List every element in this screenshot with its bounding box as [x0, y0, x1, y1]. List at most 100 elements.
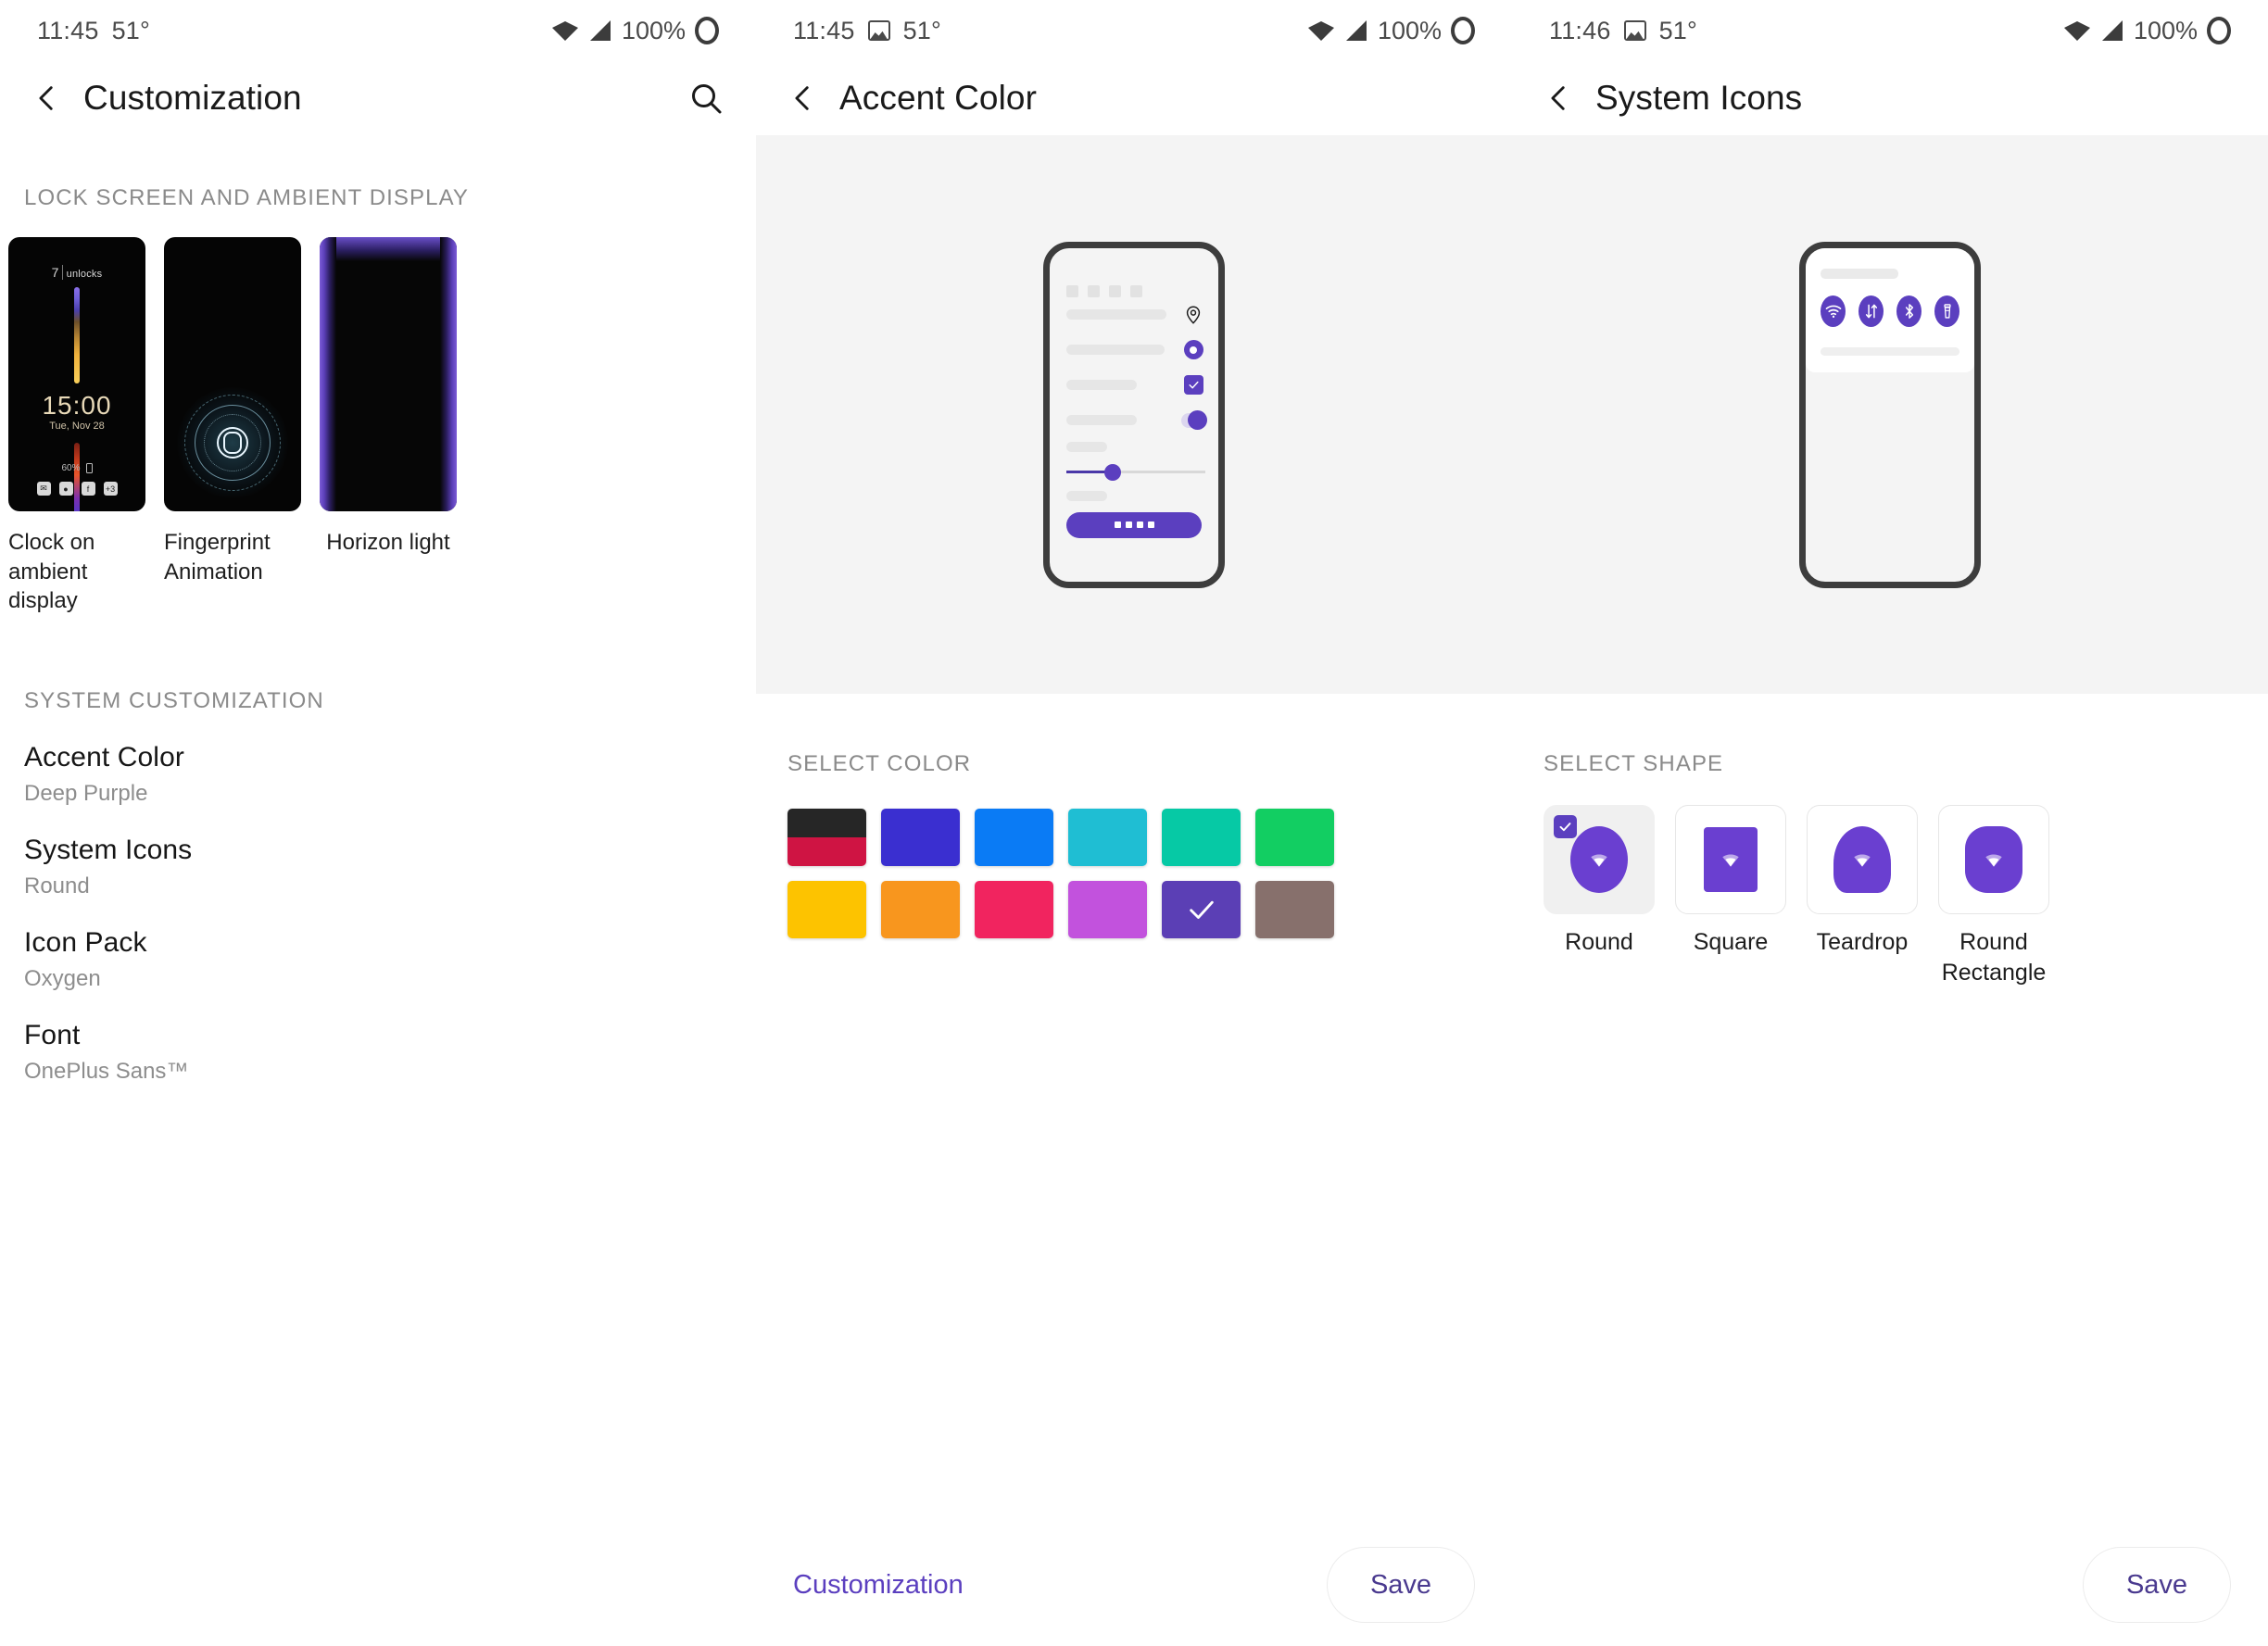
dot [1147, 521, 1154, 528]
status-time: 11:45 [37, 16, 99, 44]
setting-accent-color[interactable]: Accent Color Deep Purple [0, 714, 756, 807]
thumbnail-fingerprint-animation[interactable]: Fingerprint Animation [164, 237, 301, 616]
thumbnail-label: Fingerprint Animation [164, 530, 271, 584]
status-bar-panel-3: 11:46 51° 100% [1512, 0, 2268, 61]
save-button[interactable]: Save [2083, 1547, 2231, 1623]
placeholder-line [1066, 441, 1107, 452]
ambient-notification-row: ✉ ● f +3 [8, 482, 145, 496]
color-swatch-blue[interactable] [975, 809, 1053, 866]
setting-title: Font [24, 1020, 81, 1051]
bottom-bar-panel-2: Customization Save [756, 1524, 1512, 1646]
wifi-icon [2063, 21, 2090, 41]
placeholder-line [1821, 346, 1959, 356]
back-icon[interactable] [788, 82, 819, 114]
setting-system-icons[interactable]: System Icons Round [0, 807, 756, 899]
bell-icon: ● [58, 482, 73, 496]
preview-button-caption [1050, 484, 1218, 501]
quick-settings-sheet [1806, 247, 1974, 372]
selected-checkbox [1554, 815, 1577, 838]
preview-control [1181, 303, 1205, 327]
preview-row-toggle [1050, 403, 1218, 438]
horizon-glow-left [320, 237, 336, 511]
color-swatch-orange[interactable] [881, 881, 960, 938]
radio-button-selected[interactable] [1183, 340, 1203, 359]
shape-card[interactable] [1807, 805, 1918, 914]
toggle-switch-on[interactable] [1181, 410, 1207, 430]
shape-preview-square [1704, 827, 1758, 892]
setting-title: System Icons [24, 835, 193, 866]
unlocks-counter: 7 unlocks [8, 265, 145, 280]
wifi-icon[interactable] [1821, 295, 1846, 327]
up-down-arrows-icon [1865, 304, 1877, 318]
thumbnail-label: Horizon light [326, 530, 450, 555]
color-swatch-yellow[interactable] [788, 881, 866, 938]
system-icons-preview-stage [1512, 135, 2268, 694]
fingerprint-animation-art [177, 387, 288, 498]
color-swatch-deep-purple-selected[interactable] [1162, 881, 1241, 938]
page-title: Customization [83, 79, 302, 117]
select-color-section: SELECT COLOR [756, 694, 1512, 938]
color-swatch-cyan[interactable] [1068, 809, 1147, 866]
thumbnail-clock-on-ambient-display[interactable]: 7 unlocks 15:00 Tue, Nov 28 60% ✉ ● f +3… [8, 237, 145, 616]
color-swatch-green[interactable] [1255, 809, 1334, 866]
shape-option-square[interactable]: Square [1675, 805, 1786, 987]
wifi-glyph-icon [1825, 305, 1841, 318]
placeholder-line [1066, 380, 1137, 390]
shape-option-round-rectangle[interactable]: Round Rectangle [1938, 805, 2049, 987]
data-transfer-icon[interactable] [1858, 295, 1884, 327]
facebook-icon: f [81, 482, 95, 496]
setting-font[interactable]: Font OnePlus Sans™ [0, 992, 756, 1085]
shape-card[interactable] [1544, 805, 1655, 914]
preview-slider-caption [1050, 438, 1218, 452]
three-panel-screenshot: 11:45 51° 100% Customization LOCK SCREEN… [0, 0, 2268, 1646]
flashlight-icon[interactable] [1934, 295, 1959, 327]
screenshot-image-icon [1623, 20, 1646, 41]
checkbox-checked[interactable] [1183, 375, 1203, 395]
wifi-icon [1307, 21, 1334, 41]
shape-card[interactable] [1675, 805, 1786, 914]
quick-settings-icon-row [1821, 279, 1959, 327]
shape-option-teardrop[interactable]: Teardrop [1807, 805, 1918, 987]
dot [1088, 284, 1100, 297]
customization-link[interactable]: Customization [793, 1570, 964, 1601]
shape-preview-round-rectangle [1965, 826, 2022, 893]
status-left-group: 11:45 51° [37, 17, 150, 45]
shape-option-round[interactable]: Round [1544, 805, 1655, 987]
save-button[interactable]: Save [1327, 1547, 1475, 1623]
color-swatch-pink[interactable] [975, 881, 1053, 938]
setting-value: Round [24, 873, 90, 899]
unlocks-word: unlocks [66, 269, 103, 280]
color-swatch-indigo[interactable] [881, 809, 960, 866]
preview-control [1181, 408, 1207, 433]
color-swatch-magenta[interactable] [1068, 881, 1147, 938]
color-swatch-teal[interactable] [1162, 809, 1241, 866]
bluetooth-icon[interactable] [1896, 295, 1922, 327]
slider-thumb[interactable] [1104, 463, 1121, 481]
color-swatch-brown[interactable] [1255, 881, 1334, 938]
status-time: 11:45 [793, 16, 855, 44]
selected-indicator [1162, 881, 1241, 938]
status-temperature: 51° [111, 16, 150, 44]
preview-slider[interactable] [1050, 452, 1218, 484]
screenshot-image-icon [867, 20, 890, 41]
phone-mockup-system-icons [1799, 241, 1981, 588]
placeholder-line [1066, 345, 1165, 355]
back-icon[interactable] [1544, 82, 1575, 114]
shape-card[interactable] [1938, 805, 2049, 914]
dot [1109, 284, 1121, 297]
check-icon [1189, 900, 1214, 919]
ambient-battery-percent: 60% [61, 463, 81, 473]
flashlight-glyph-icon [1943, 303, 1951, 319]
search-icon[interactable] [687, 80, 724, 117]
setting-icon-pack[interactable]: Icon Pack Oxygen [0, 899, 756, 992]
bottom-bar-panel-3: Save [1512, 1524, 2268, 1646]
setting-value: Oxygen [24, 966, 101, 992]
wifi-icon [1985, 854, 2002, 867]
back-icon[interactable] [32, 82, 63, 114]
dot [1066, 284, 1078, 297]
horizon-glow-right [440, 237, 457, 511]
color-swatch-black-crimson[interactable] [788, 809, 866, 866]
preview-primary-button[interactable] [1066, 511, 1202, 538]
thumbnail-horizon-light[interactable]: Horizon light [320, 237, 457, 616]
check-icon [1559, 823, 1571, 832]
